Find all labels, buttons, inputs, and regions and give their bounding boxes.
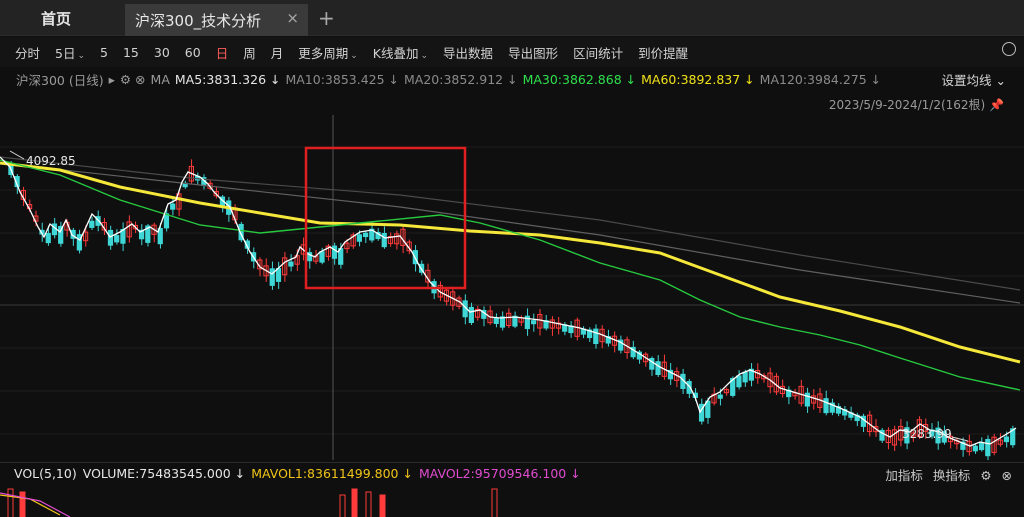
toolbar-item-7[interactable]: 周 (243, 43, 256, 62)
candle-body (742, 371, 748, 383)
candle-body (331, 245, 338, 259)
toolbar-item-9[interactable]: 更多周期 ⌄ (298, 43, 358, 62)
toolbar-item-8[interactable]: 月 (271, 43, 284, 62)
ma-settings-button[interactable]: 设置均线 ⌄ (942, 70, 1006, 89)
candle-body (468, 306, 474, 324)
high-price-label: 4092.85 (26, 154, 76, 168)
toolbar-item-2[interactable]: 5 (100, 45, 108, 60)
candle-body (593, 328, 599, 345)
ma120-value: MA120:3984.275 ↓ (759, 71, 882, 87)
candlestick-chart[interactable] (0, 115, 1024, 460)
chevron-down-icon: ⌄ (77, 50, 86, 61)
toolbar-item-4[interactable]: 30 (154, 45, 170, 60)
low-price-label: 3283.99 (902, 427, 952, 441)
candle-body (823, 398, 829, 414)
ma20-value: MA20:3852.912 ↓ (404, 71, 518, 87)
tab-label: 沪深300_技术分析 (135, 11, 262, 30)
candle-body (717, 394, 723, 399)
ma-info-line: 沪深300 (日线) ▸ ⚙ ⊗ MA MA5:3831.326 ↓ MA10:… (0, 69, 1024, 89)
volume-bar (19, 491, 26, 517)
new-tab-icon[interactable]: + (318, 6, 335, 30)
candle-body (530, 320, 537, 325)
volume-bar (379, 494, 386, 517)
switch-indicator-button[interactable]: 换指标 (933, 468, 971, 483)
candle-body (163, 213, 170, 229)
ma30-value: MA30:3862.868 ↓ (522, 71, 637, 87)
candle-body (985, 438, 991, 457)
volume-bar (7, 488, 14, 517)
tab-hs300-technical[interactable]: 沪深300_技术分析 × (125, 4, 308, 36)
chevron-down-icon: ⌄ (350, 50, 358, 61)
toolbar-item-0[interactable]: 分时 (15, 43, 40, 62)
add-indicator-button[interactable]: 加指标 (885, 468, 923, 483)
candle-body (107, 229, 114, 246)
ma90-line (0, 156, 1021, 291)
candle-body (89, 220, 95, 228)
toolbar-item-12[interactable]: 导出图形 (508, 43, 558, 62)
ma5-line (0, 156, 1017, 447)
candle-body (978, 442, 985, 451)
candle-body (362, 232, 369, 238)
ma60-line (0, 161, 1021, 364)
candle-body (275, 268, 282, 282)
toolbar-item-11[interactable]: 导出数据 (443, 43, 493, 62)
date-range-label: 2023/5/9-2024/1/2(162根) 📌 (828, 98, 1004, 112)
toolbar-item-1[interactable]: 5日 ⌄ (55, 43, 85, 62)
candle-body (356, 234, 362, 242)
volume-bar (351, 488, 358, 517)
toggle-circle-icon[interactable] (1002, 42, 1016, 56)
candle-body (736, 375, 742, 388)
toolbar-item-13[interactable]: 区间统计 (573, 43, 623, 62)
chevron-down-icon: ⌄ (420, 50, 429, 61)
close-icon[interactable]: ⊗ (1002, 468, 1012, 483)
toolbar-item-5[interactable]: 60 (185, 45, 201, 60)
highlight-box (304, 146, 467, 290)
candle-body (972, 445, 978, 452)
ma10-value: MA10:3853.425 ↓ (285, 71, 400, 87)
vol-label: VOL(5,10) (14, 466, 77, 481)
mavol1-line (0, 494, 61, 516)
expand-arrow-icon[interactable]: ▸ (109, 72, 115, 87)
ma60-value: MA60:3892.837 ↓ (641, 71, 755, 87)
volume-bar (365, 491, 372, 517)
mavol2-value: MAVOL2:95709546.100 ↓ (418, 466, 581, 481)
ma-settings-close-icons[interactable]: ⚙ ⊗ (120, 72, 146, 87)
toolbar-item-10[interactable]: K线叠加 ⌄ (373, 43, 428, 62)
volume-info-line: VOL(5,10) VOLUME:75483545.000 ↓ MAVOL1:8… (0, 462, 1024, 484)
period-toolbar: 分时 5日 ⌄ 5 15 30 60 日周月更多周期 ⌄ K线叠加 ⌄ 导出数据 导出图形 区间统计 到价提… (0, 37, 1024, 67)
candle-body (319, 251, 325, 263)
toolbar-item-6[interactable]: 日 (216, 43, 229, 62)
candle-body (269, 268, 275, 286)
toolbar-item-14[interactable]: 到价提醒 (638, 43, 688, 62)
volume-chart[interactable] (0, 485, 1024, 517)
candle-body (170, 203, 176, 210)
candle-body (114, 235, 120, 243)
candle-body (655, 361, 661, 376)
mavol1-value: MAVOL1:83611499.800 ↓ (251, 466, 413, 481)
volume-bar (491, 488, 498, 517)
close-icon[interactable]: × (286, 9, 299, 27)
candle-body (45, 232, 51, 244)
ma5-value: MA5:3831.326 ↓ (174, 71, 281, 87)
tab-home[interactable]: 首页 (0, 0, 112, 36)
candle-body (493, 317, 499, 324)
tab-bar: 首页 沪深300_技术分析 × + (0, 0, 1024, 36)
volume-value: VOLUME:75483545.000 ↓ (82, 466, 246, 481)
candle-body (1003, 436, 1010, 443)
candle-body (381, 232, 387, 248)
indicator-controls: 加指标 换指标 ⚙ ⊗ (879, 465, 1012, 484)
ma-label: MA (150, 71, 170, 87)
volume-bar (339, 494, 346, 517)
toolbar-item-3[interactable]: 15 (123, 45, 139, 60)
instrument-label: 沪深300 (日线) (16, 72, 104, 88)
candle-body (288, 261, 294, 267)
gear-icon[interactable]: ⚙ (980, 468, 991, 483)
